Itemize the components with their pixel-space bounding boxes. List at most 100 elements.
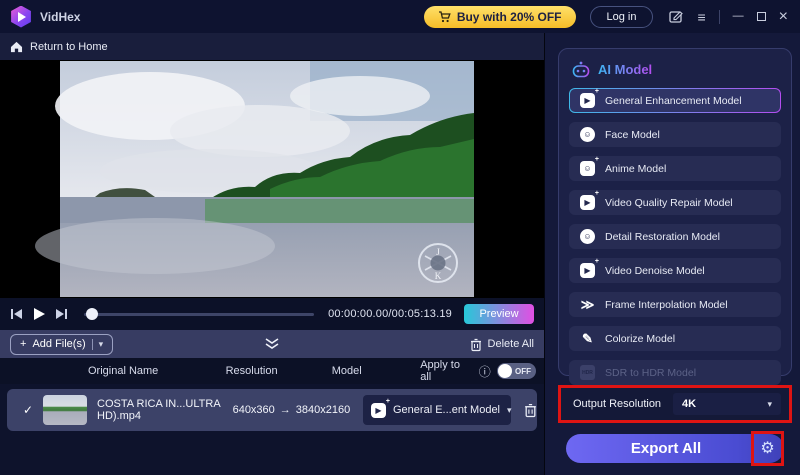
workspace-panel: Return to Home — [0, 33, 545, 475]
maximize-button[interactable] — [757, 12, 766, 21]
file-resolution: 640x360 → 3840x2160 — [233, 404, 357, 416]
vidhex-window: VidHex Buy with 20% OFF Log in ≡ — × — [0, 0, 800, 475]
video-stage: J K — [0, 60, 544, 298]
previous-frame-button[interactable] — [10, 308, 23, 320]
file-row[interactable]: ✓ COSTA RICA IN...ULTRA HD).mp4 640x360 … — [7, 389, 537, 431]
export-row: Export All ⚙ — [558, 432, 792, 465]
output-resolution-row-annotated: Output Resolution 4K ▾ — [558, 385, 792, 423]
model-item-frame-interpolation[interactable]: ≫ Frame Interpolation Model — [569, 292, 781, 317]
output-resolution-dropdown[interactable]: 4K ▾ — [673, 393, 781, 415]
file-toolbar: + Add File(s) ▾ Delete All — [0, 330, 544, 358]
cart-icon — [438, 11, 451, 23]
row-model-dropdown[interactable]: ▶ General E...ent Model ▾ — [363, 395, 511, 425]
svg-text:K: K — [435, 271, 442, 281]
login-button[interactable]: Log in — [590, 6, 654, 28]
hdr-icon: HDR — [580, 365, 595, 380]
robot-icon — [571, 60, 591, 78]
video-denoise-icon: ▶ — [580, 263, 595, 278]
gear-icon[interactable]: ⚙ — [760, 441, 774, 457]
svg-text:J: J — [436, 247, 440, 257]
collapse-panel-icon[interactable] — [264, 338, 280, 350]
column-resolution: Resolution — [226, 365, 332, 377]
video-preview[interactable]: J K — [60, 61, 474, 297]
minimize-button[interactable]: — — [733, 11, 744, 22]
return-home-label: Return to Home — [30, 41, 108, 53]
menu-icon[interactable]: ≡ — [697, 10, 705, 24]
model-item-general-enhancement[interactable]: ▶ General Enhancement Model — [569, 88, 781, 113]
resolution-to: 3840x2160 — [296, 404, 350, 416]
ai-model-sidebar: AI Model ▶ General Enhancement Model ☺ F… — [545, 33, 800, 475]
buy-button-label: Buy with 20% OFF — [457, 10, 562, 24]
frame-interpolation-icon: ≫ — [580, 297, 595, 312]
video-repair-icon: ▶ — [580, 195, 595, 210]
delete-all-label: Delete All — [488, 338, 534, 350]
model-item-detail-restoration[interactable]: ☺ Detail Restoration Model — [569, 224, 781, 249]
video-enhance-icon: ▶ — [371, 403, 386, 418]
row-model-value: General E...ent Model — [393, 404, 500, 416]
face-icon: ☺ — [580, 127, 595, 142]
video-enhance-icon: ▶ — [580, 93, 595, 108]
arrow-right-icon: → — [280, 404, 291, 416]
model-label: SDR to HDR Model — [605, 367, 696, 379]
chevron-down-icon[interactable]: ▾ — [99, 339, 104, 350]
info-icon[interactable]: ⓘ — [479, 363, 491, 380]
chevron-down-icon: ▾ — [767, 399, 772, 410]
home-icon — [10, 41, 23, 53]
preview-button[interactable]: Preview — [464, 304, 534, 324]
model-label: Video Denoise Model — [605, 265, 705, 277]
model-label: Frame Interpolation Model — [605, 299, 728, 311]
model-item-colorize[interactable]: ✎ Colorize Model — [569, 326, 781, 351]
model-list: ▶ General Enhancement Model ☺ Face Model… — [569, 88, 781, 385]
preview-button-label: Preview — [479, 308, 518, 320]
return-home-button[interactable]: Return to Home — [0, 33, 544, 60]
export-all-button[interactable]: Export All ⚙ — [566, 434, 784, 463]
export-all-label: Export All — [631, 440, 701, 457]
add-files-label: Add File(s) — [32, 338, 85, 350]
titlebar-separator — [719, 10, 720, 24]
buy-discount-button[interactable]: Buy with 20% OFF — [424, 6, 576, 28]
model-label: General Enhancement Model — [605, 95, 742, 107]
seek-slider[interactable] — [84, 313, 314, 316]
anime-face-icon: ☺ — [580, 161, 595, 176]
output-resolution-label: Output Resolution — [573, 398, 673, 410]
column-original-name: Original Name — [88, 365, 226, 377]
output-resolution-value: 4K — [682, 398, 767, 410]
next-frame-button[interactable] — [55, 308, 68, 320]
row-delete-icon[interactable] — [524, 403, 537, 417]
timecode: 00:00:00.00/00:05:13.19 — [328, 308, 452, 320]
export-settings-annotated: ⚙ — [751, 431, 784, 466]
file-table-header: Original Name Resolution Model Apply to … — [0, 358, 544, 384]
row-check-icon[interactable]: ✓ — [23, 403, 36, 417]
seek-slider-handle[interactable] — [86, 308, 98, 320]
resolution-from: 640x360 — [233, 404, 275, 416]
app-logo-icon — [10, 6, 32, 28]
feedback-icon[interactable] — [669, 10, 684, 24]
model-label: Colorize Model — [605, 333, 675, 345]
login-button-label: Log in — [607, 11, 637, 23]
play-button[interactable] — [32, 307, 46, 321]
model-item-video-denoise[interactable]: ▶ Video Denoise Model — [569, 258, 781, 283]
chevron-down-icon: ▾ — [507, 405, 512, 416]
model-label: Detail Restoration Model — [605, 231, 720, 243]
detail-restore-icon: ☺ — [580, 229, 595, 244]
model-item-anime[interactable]: ☺ Anime Model — [569, 156, 781, 181]
model-item-sdr-to-hdr[interactable]: HDR SDR to HDR Model — [569, 360, 781, 385]
trash-icon — [470, 338, 482, 351]
app-name: VidHex — [40, 10, 80, 24]
button-divider — [92, 339, 93, 350]
model-item-video-quality-repair[interactable]: ▶ Video Quality Repair Model — [569, 190, 781, 215]
playback-controls: 00:00:00.00/00:05:13.19 Preview — [0, 298, 544, 330]
creator-watermark: J K — [416, 241, 460, 285]
model-item-face[interactable]: ☺ Face Model — [569, 122, 781, 147]
file-list: ✓ COSTA RICA IN...ULTRA HD).mp4 640x360 … — [0, 384, 544, 475]
plus-icon: + — [20, 338, 26, 350]
delete-all-button[interactable]: Delete All — [470, 338, 534, 351]
file-name: COSTA RICA IN...ULTRA HD).mp4 — [97, 398, 233, 422]
close-button[interactable]: × — [779, 9, 788, 25]
title-bar: VidHex Buy with 20% OFF Log in ≡ — × — [0, 0, 800, 33]
colorize-icon: ✎ — [580, 331, 595, 346]
add-files-button[interactable]: + Add File(s) ▾ — [10, 334, 113, 355]
model-label: Anime Model — [605, 163, 666, 175]
apply-to-all-toggle[interactable]: OFF — [497, 363, 536, 379]
toggle-state-label: OFF — [515, 367, 531, 376]
